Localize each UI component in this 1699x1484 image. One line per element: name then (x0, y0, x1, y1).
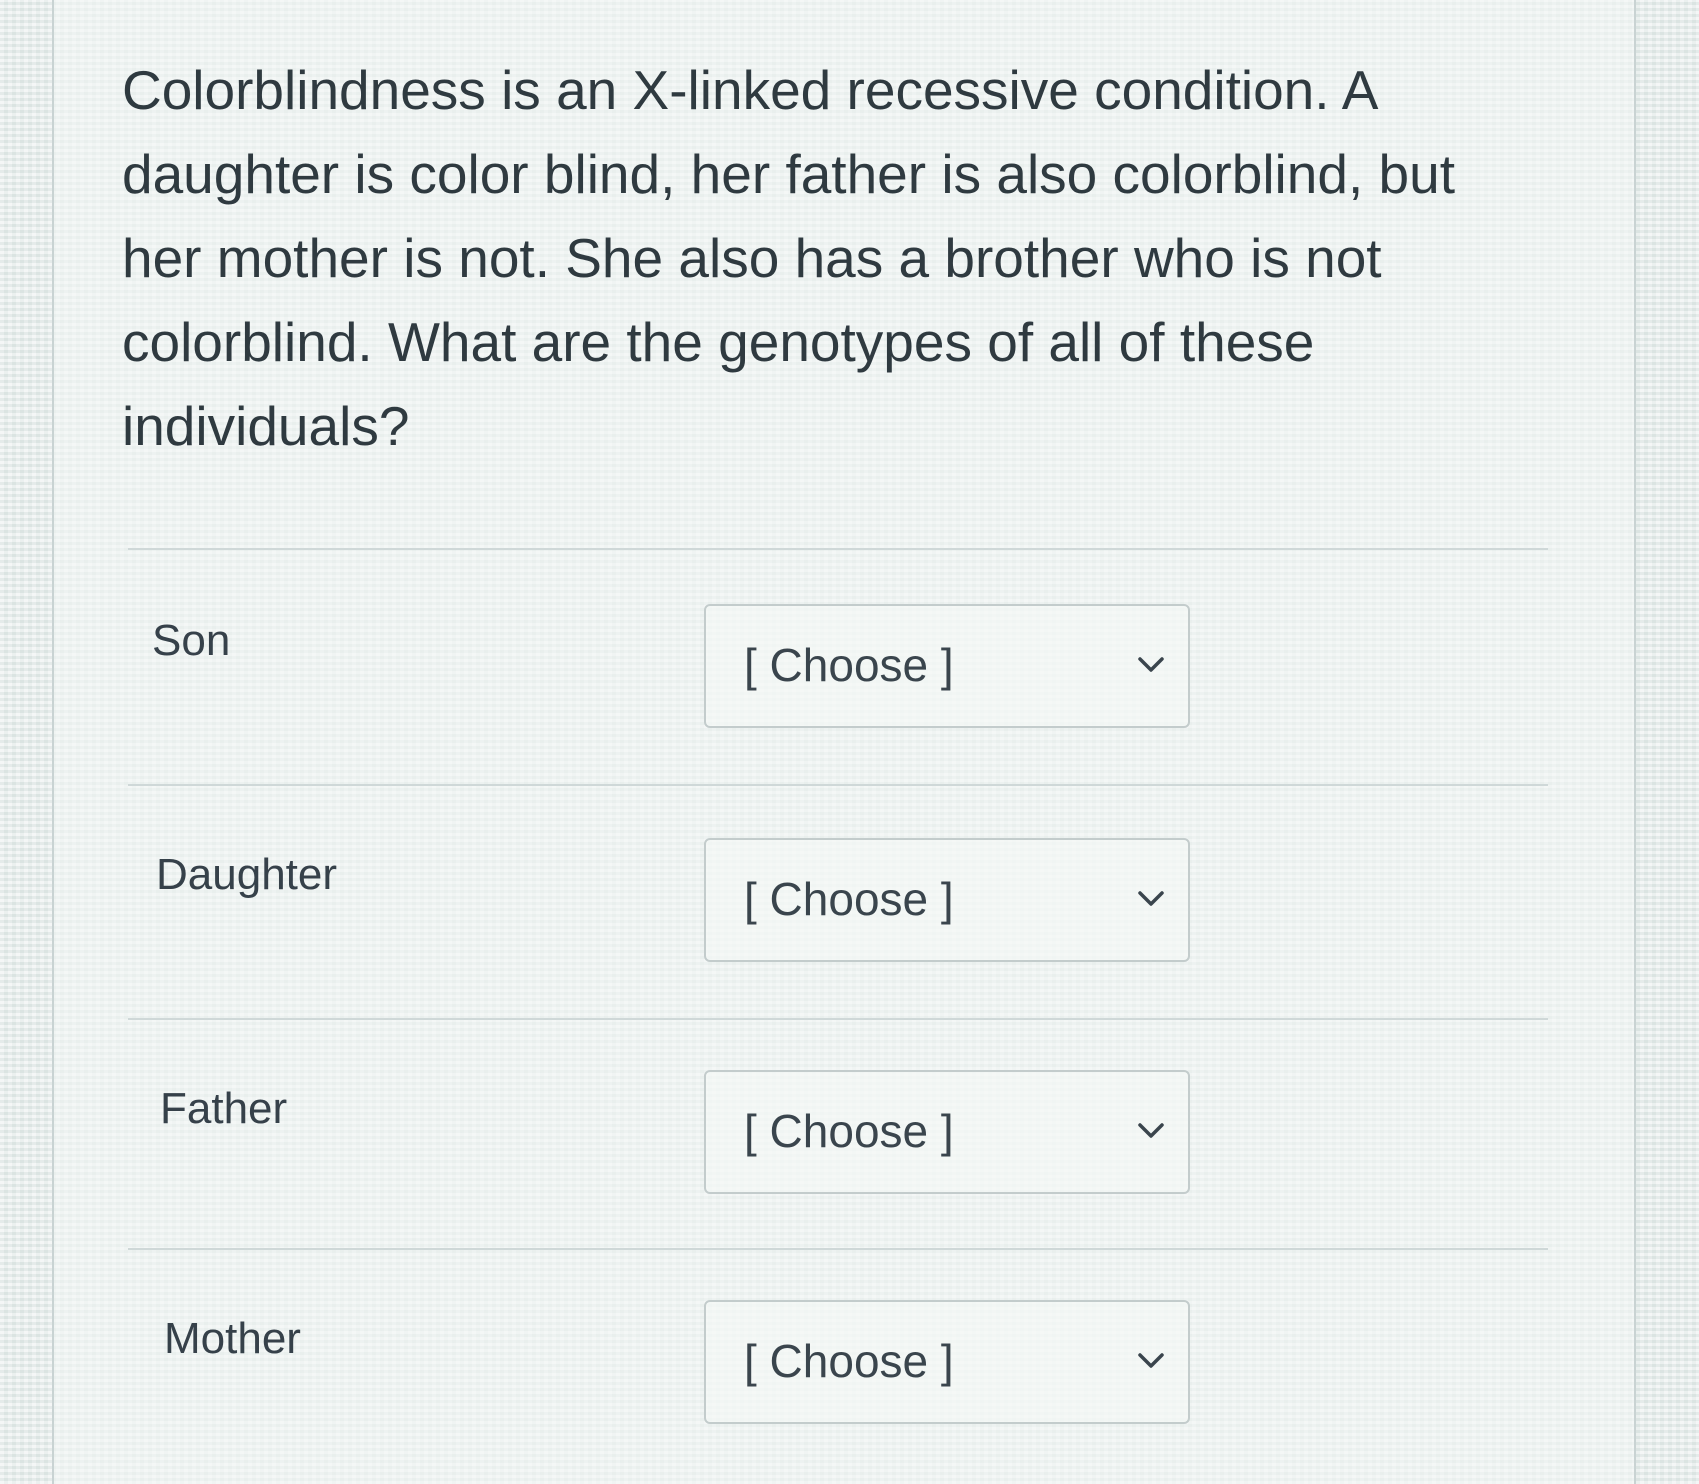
divider (128, 784, 1548, 786)
divider (128, 1248, 1548, 1250)
divider (128, 548, 1548, 550)
father-genotype-select[interactable]: [ Choose ] (704, 1070, 1190, 1194)
chevron-down-icon (1138, 1353, 1164, 1368)
question-text: Colorblindness is an X-linked recessive … (122, 59, 1455, 457)
answer-label-mother: Mother (164, 1314, 301, 1363)
mother-genotype-select[interactable]: [ Choose ] (704, 1300, 1190, 1424)
select-value: [ Choose ] (744, 639, 954, 691)
chevron-down-icon (1138, 1123, 1164, 1138)
son-genotype-select[interactable]: [ Choose ] (704, 604, 1190, 728)
daughter-genotype-select[interactable]: [ Choose ] (704, 838, 1190, 962)
answer-label-daughter: Daughter (156, 850, 338, 899)
chevron-down-icon (1138, 891, 1164, 906)
select-value: [ Choose ] (744, 1105, 954, 1157)
divider (128, 1018, 1548, 1020)
select-value: [ Choose ] (744, 873, 954, 925)
select-value: [ Choose ] (744, 1335, 954, 1387)
answer-label-son: Son (152, 616, 231, 665)
answer-label-father: Father (160, 1084, 288, 1133)
chevron-down-icon (1138, 657, 1164, 672)
